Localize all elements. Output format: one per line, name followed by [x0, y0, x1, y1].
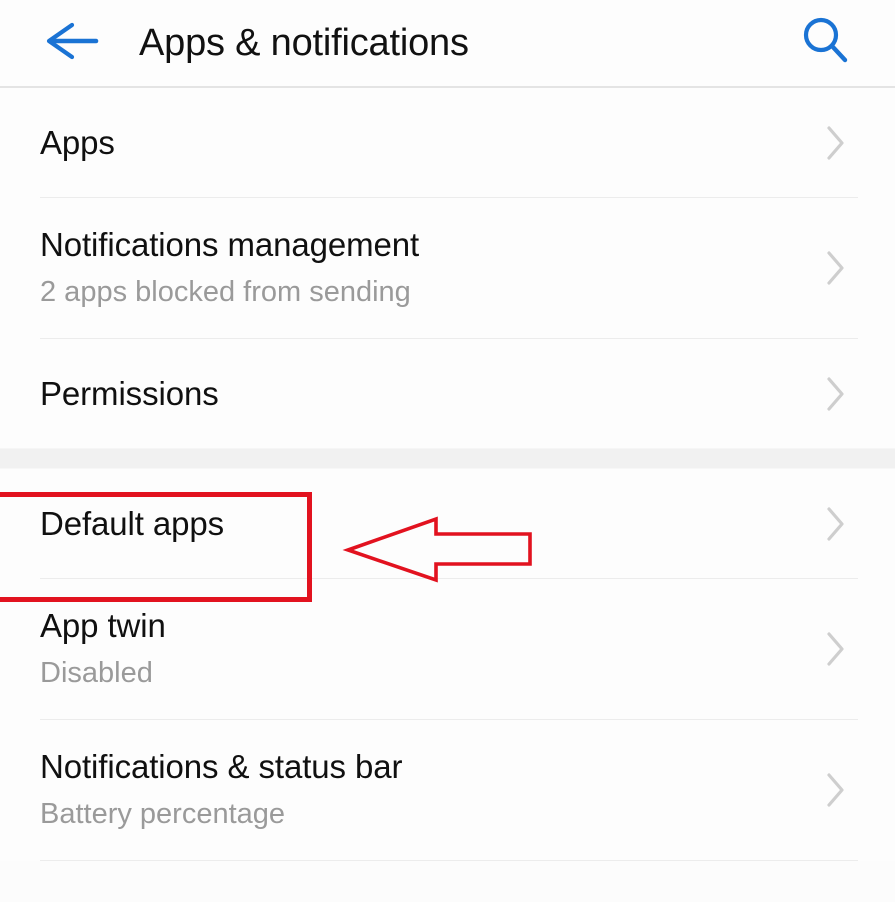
row-texts: App twin Disabled — [40, 607, 166, 690]
back-button[interactable] — [36, 14, 104, 72]
list-item-default-apps[interactable]: Default apps — [0, 469, 895, 578]
list-item-title: Apps — [40, 123, 115, 161]
list-item-permissions[interactable]: Permissions — [0, 339, 895, 448]
list-item-notifications-status-bar[interactable]: Notifications & status bar Battery perce… — [0, 720, 895, 860]
row-texts: Default apps — [40, 505, 224, 543]
back-arrow-icon — [41, 20, 99, 67]
row-texts: Notifications & status bar Battery perce… — [40, 748, 403, 831]
list-item-notifications-management[interactable]: Notifications management 2 apps blocked … — [0, 198, 895, 338]
search-icon — [800, 15, 850, 72]
chevron-right-icon — [823, 627, 849, 671]
row-texts: Permissions — [40, 375, 219, 413]
page-title: Apps & notifications — [139, 21, 469, 64]
row-texts: Notifications management 2 apps blocked … — [40, 226, 419, 309]
list-item-app-twin[interactable]: App twin Disabled — [0, 579, 895, 719]
row-texts: Apps — [40, 124, 115, 162]
chevron-right-icon — [823, 768, 849, 812]
list-item-subtitle: Disabled — [40, 657, 153, 690]
list-item-title: App twin — [40, 607, 166, 645]
settings-section-one: Apps Notifications management 2 apps blo… — [0, 88, 895, 448]
list-item-title: Notifications management — [40, 226, 420, 264]
list-item-title: Notifications & status bar — [40, 748, 403, 786]
list-item-title: Default apps — [40, 504, 225, 542]
list-divider — [40, 860, 858, 861]
section-separator — [0, 448, 895, 469]
chevron-right-icon — [823, 246, 849, 290]
list-item-subtitle: Battery percentage — [40, 798, 286, 831]
chevron-right-icon — [823, 502, 849, 546]
app-header: Apps & notifications — [0, 0, 895, 88]
settings-section-two: Default apps App twin Disabled Notificat… — [0, 469, 895, 861]
chevron-right-icon — [823, 121, 849, 165]
list-item-title: Permissions — [40, 374, 219, 412]
search-button[interactable] — [795, 12, 855, 74]
chevron-right-icon — [823, 372, 849, 416]
list-item-apps[interactable]: Apps — [0, 88, 895, 197]
list-item-subtitle: 2 apps blocked from sending — [40, 276, 411, 309]
